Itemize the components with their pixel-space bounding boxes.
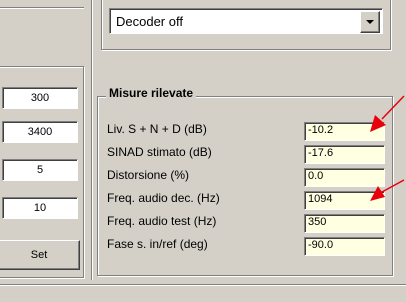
left-field-3-value: 5: [36, 164, 44, 176]
measure-value-freq-test: 350: [304, 214, 385, 233]
left-field-4[interactable]: 10: [2, 197, 78, 219]
measure-label-freq-dec: Freq. audio dec. (Hz): [107, 191, 220, 205]
measure-label-level: Liv. S + N + D (dB): [107, 122, 207, 136]
left-field-4-value: 10: [33, 202, 47, 214]
set-button-label: Set: [30, 249, 48, 261]
left-field-1[interactable]: 300: [2, 87, 78, 109]
measure-value-phase: -90.0: [304, 237, 385, 256]
measure-label-distortion: Distorsione (%): [107, 168, 190, 182]
chevron-down-icon[interactable]: [360, 11, 380, 33]
left-field-1-value: 300: [30, 92, 50, 104]
measure-label-freq-test: Freq. audio test (Hz): [107, 214, 217, 228]
left-group-top-edge: [0, 0, 84, 8]
left-field-2[interactable]: 3400: [2, 121, 78, 143]
decoder-select[interactable]: Decoder off: [109, 8, 383, 34]
red-arrow-2-shaft: [381, 179, 405, 193]
left-field-2-value: 3400: [27, 126, 53, 138]
measure-label-phase: Fase s. in/ref (deg): [107, 237, 208, 251]
decoder-select-value: Decoder off: [116, 14, 183, 29]
panel-divider: [91, 0, 93, 280]
red-arrow-1-shaft: [381, 95, 405, 120]
measurements-title: Misure rilevate: [106, 86, 197, 100]
set-button[interactable]: Set: [0, 240, 80, 270]
red-arrow-2-head: [370, 186, 385, 201]
bottom-separator: [0, 284, 406, 286]
annotation-arrows: [370, 95, 405, 201]
left-field-3[interactable]: 5: [2, 159, 78, 181]
measure-label-sinad: SINAD stimato (dB): [107, 145, 212, 159]
